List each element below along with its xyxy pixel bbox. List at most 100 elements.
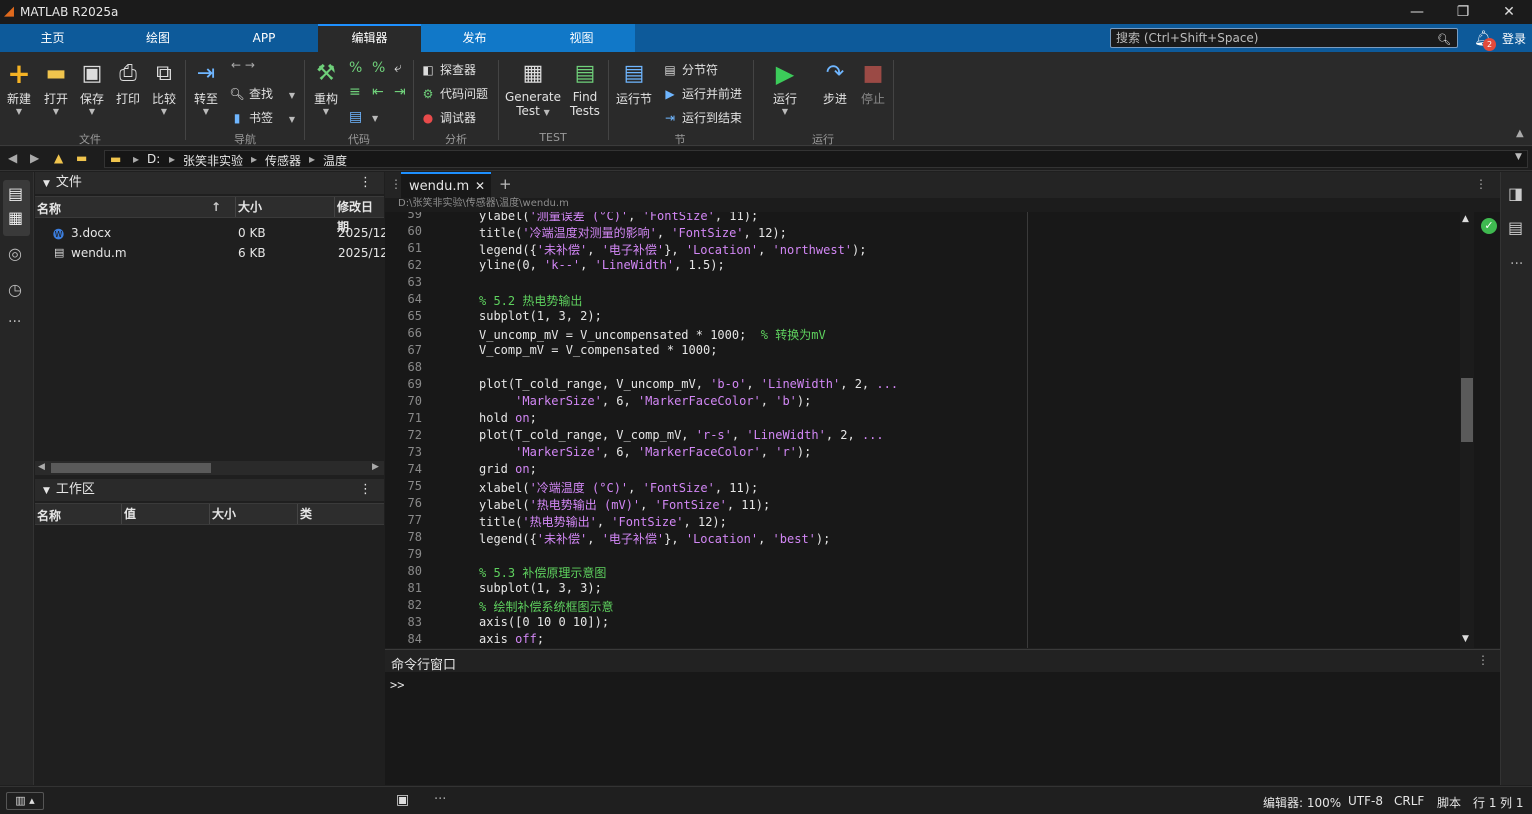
- scroll-up-icon[interactable]: ▲: [1462, 214, 1469, 224]
- breadcrumb-drive[interactable]: D:: [147, 152, 160, 166]
- vertical-scrollbar[interactable]: ▲ ▼: [1460, 212, 1474, 648]
- open-button[interactable]: ▬ 打开 ▼: [40, 60, 72, 116]
- wrap-comments-icon[interactable]: ⤶: [394, 60, 402, 76]
- zoom-status[interactable]: 编辑器: 100%: [1263, 794, 1341, 811]
- path-dropdown-icon[interactable]: ▼: [1515, 152, 1522, 162]
- code-issues-button[interactable]: ⚙ 代码问题: [420, 85, 488, 102]
- layout-toggle-icon[interactable]: ▥ ▴: [6, 792, 44, 810]
- variables-icon[interactable]: ▤: [1508, 218, 1523, 237]
- history-icon[interactable]: ◷: [8, 280, 22, 299]
- col-date[interactable]: 修改日期: [334, 197, 384, 234]
- file-row[interactable]: 🅦 3.docx 0 KB 2025/12/: [35, 223, 392, 243]
- code-line[interactable]: ylabel('热电势输出 (mV)', 'FontSize', 11);: [479, 496, 770, 513]
- code-line[interactable]: title('冷端温度对测量的影响', 'FontSize', 12);: [479, 224, 787, 241]
- breadcrumb-folder-3[interactable]: 温度: [323, 152, 347, 169]
- find-tests-button[interactable]: ▤ Find Tests: [567, 60, 603, 118]
- scroll-down-icon[interactable]: ▼: [1462, 634, 1469, 644]
- code-line[interactable]: hold on;: [479, 411, 537, 425]
- run-button[interactable]: ▶ 运行 ▼: [767, 60, 803, 116]
- code-line[interactable]: % 5.2 热电势输出: [479, 292, 582, 309]
- encoding-status[interactable]: UTF-8: [1348, 794, 1383, 808]
- scroll-left-icon[interactable]: ◀: [38, 462, 45, 472]
- more-icon[interactable]: ···: [1510, 256, 1523, 272]
- code-line[interactable]: grid on;: [479, 462, 537, 476]
- workspace-icon[interactable]: ▦: [8, 208, 23, 227]
- collapse-icon[interactable]: ▼: [43, 486, 50, 496]
- save-button[interactable]: ▣ 保存 ▼: [77, 60, 107, 116]
- file-row[interactable]: ▤ wendu.m 6 KB 2025/12/: [35, 243, 392, 263]
- forward-icon[interactable]: ▶: [30, 151, 39, 165]
- tab-apps[interactable]: APP: [211, 24, 317, 52]
- panel-menu-icon[interactable]: ⋮: [359, 479, 372, 501]
- code-line[interactable]: axis off;: [479, 632, 544, 646]
- editor-menu-icon[interactable]: ⋮: [1475, 177, 1487, 191]
- code-line[interactable]: subplot(1, 3, 2);: [479, 309, 602, 323]
- file-browser-icon[interactable]: ▤: [8, 184, 23, 203]
- close-button[interactable]: ✕: [1486, 0, 1532, 24]
- code-line[interactable]: xlabel('冷端温度 (°C)', 'FontSize', 11);: [479, 479, 758, 496]
- property-inspector-icon[interactable]: ◨: [1508, 184, 1523, 203]
- run-advance-button[interactable]: ▶ 运行并前进: [662, 85, 742, 102]
- sort-up-icon[interactable]: ↑: [211, 200, 221, 214]
- command-menu-icon[interactable]: ⋮: [1477, 653, 1489, 667]
- code-line[interactable]: title('热电势输出', 'FontSize', 12);: [479, 513, 727, 530]
- terminal-icon[interactable]: ▣: [396, 792, 409, 808]
- back-forward-arrows-icon[interactable]: ← →: [231, 58, 255, 72]
- command-input-area[interactable]: >>: [385, 672, 1500, 786]
- back-icon[interactable]: ◀: [8, 151, 17, 165]
- code-line[interactable]: % 绘制补偿系统框图示意: [479, 598, 613, 615]
- breadcrumb-folder-1[interactable]: 张笑非实验: [183, 152, 243, 169]
- compare-button[interactable]: ⧉ 比较 ▼: [149, 60, 179, 116]
- code-line[interactable]: legend({'未补偿', '电子补偿'}, 'Location', 'nor…: [479, 241, 866, 258]
- restore-button[interactable]: ❐: [1440, 0, 1486, 24]
- search-input[interactable]: 搜索 (Ctrl+Shift+Space) 🔍︎: [1110, 28, 1458, 48]
- close-tab-icon[interactable]: ✕: [475, 179, 485, 193]
- horizontal-scrollbar[interactable]: ◀ ▶: [35, 461, 384, 475]
- tab-home[interactable]: 主页: [0, 24, 105, 52]
- increase-indent-icon[interactable]: ⇥: [394, 84, 406, 100]
- debugger-button[interactable]: ● 调试器: [420, 109, 476, 126]
- source-control-icon[interactable]: ◎: [8, 244, 22, 263]
- new-tab-icon[interactable]: +: [499, 175, 512, 193]
- bookmark-button[interactable]: ▮ 书签 ▼: [229, 109, 295, 126]
- stop-button[interactable]: ■ 停止: [855, 60, 891, 107]
- scrollbar-thumb[interactable]: [51, 463, 211, 473]
- tab-editor[interactable]: 编辑器: [318, 24, 421, 52]
- eol-status[interactable]: CRLF: [1394, 794, 1424, 808]
- code-line[interactable]: % 5.3 补偿原理示意图: [479, 564, 606, 581]
- collapse-ribbon-icon[interactable]: ▲: [1516, 128, 1524, 139]
- goto-button[interactable]: ⇥ 转至 ▼: [191, 60, 221, 116]
- path-field[interactable]: ▬ ▸ D: ▸ 张笑非实验 ▸ 传感器 ▸ 温度 ▼: [104, 150, 1528, 168]
- decrease-indent-icon[interactable]: ⇤: [372, 84, 384, 100]
- tab-view[interactable]: 视图: [528, 24, 635, 52]
- chevron-down-icon[interactable]: ▼: [372, 114, 378, 123]
- collapse-icon[interactable]: ▼: [43, 179, 50, 189]
- tab-plots[interactable]: 绘图: [105, 24, 211, 52]
- find-button[interactable]: 🔍︎ 查找 ▼: [229, 85, 295, 102]
- login-link[interactable]: 登录: [1502, 30, 1526, 47]
- scrollbar-thumb[interactable]: [1461, 378, 1473, 442]
- step-button[interactable]: ↷ 步进: [817, 60, 853, 107]
- code-line[interactable]: axis([0 10 0 10]);: [479, 615, 609, 629]
- col-class[interactable]: 类: [297, 504, 312, 524]
- code-line[interactable]: 'MarkerSize', 6, 'MarkerFaceColor', 'r')…: [479, 445, 811, 459]
- code-line[interactable]: plot(T_cold_range, V_uncomp_mV, 'b-o', '…: [479, 377, 898, 391]
- col-name[interactable]: 名称: [37, 200, 61, 217]
- editor-tab-wendu[interactable]: wendu.m ✕: [401, 172, 491, 198]
- col-size[interactable]: 大小: [209, 504, 236, 524]
- more-icon[interactable]: ···: [8, 314, 21, 330]
- code-line[interactable]: ylabel('测量误差 (°C)', 'FontSize', 11);: [479, 212, 758, 224]
- code-area[interactable]: 59 ylabel('测量误差 (°C)', 'FontSize', 11); 60…: [385, 212, 1460, 647]
- col-size[interactable]: 大小: [235, 197, 262, 217]
- refactor-button[interactable]: ⚒ 重构 ▼: [310, 60, 342, 116]
- no-issues-check-icon[interactable]: ✓: [1481, 218, 1497, 234]
- code-line[interactable]: legend({'未补偿', '电子补偿'}, 'Location', 'bes…: [479, 530, 830, 547]
- panel-menu-icon[interactable]: ⋮: [359, 172, 372, 194]
- code-line[interactable]: V_comp_mV = V_compensated * 1000;: [479, 343, 717, 357]
- more-icon[interactable]: ···: [434, 792, 446, 807]
- browse-folder-icon[interactable]: ▬: [76, 151, 87, 165]
- new-button[interactable]: + 新建 ▼: [4, 60, 34, 117]
- col-name[interactable]: 名称: [37, 507, 61, 524]
- code-line[interactable]: subplot(1, 3, 3);: [479, 581, 602, 595]
- run-section-button[interactable]: ▤ 运行节: [614, 60, 654, 107]
